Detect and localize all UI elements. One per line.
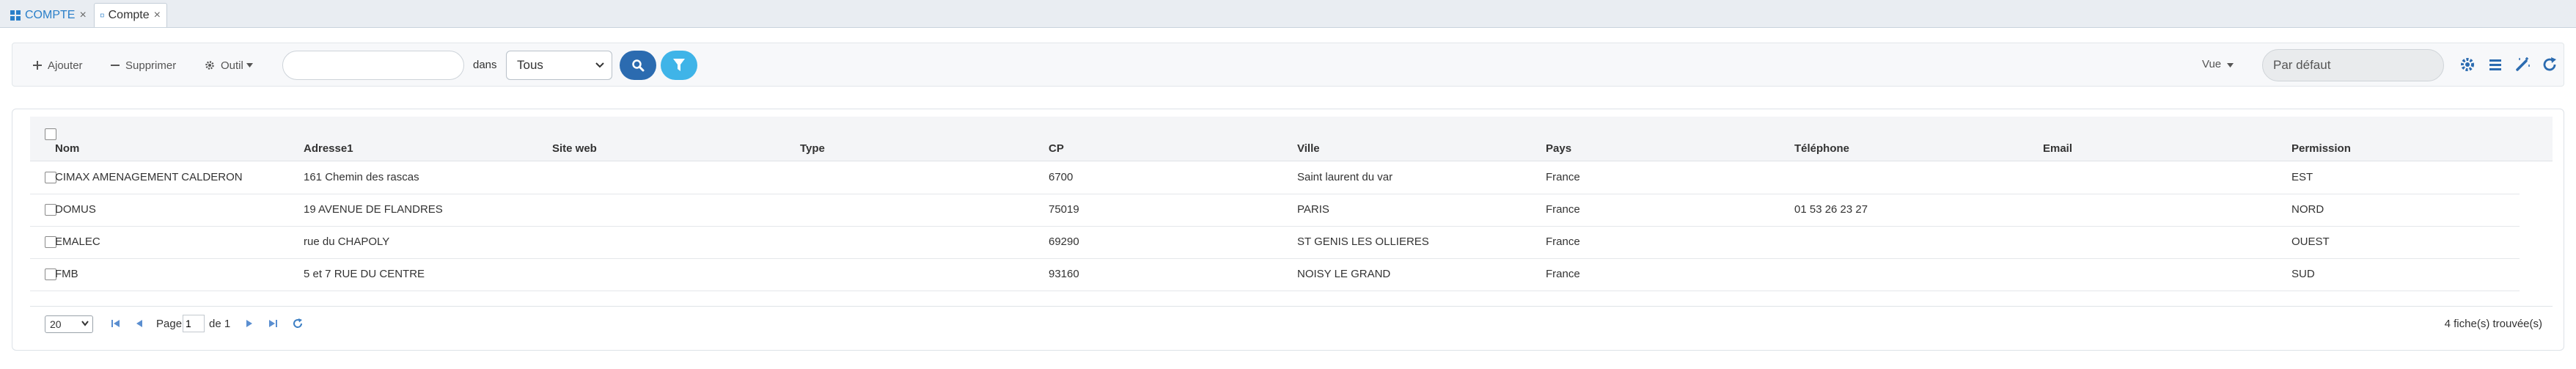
table-row[interactable]: EMALEC rue du CHAPOLY 69290 ST GENIS LES…: [30, 226, 2520, 259]
select-all-checkbox[interactable]: [45, 128, 56, 140]
records-found-count: 4 fiche(s) trouvée(s): [2444, 318, 2542, 330]
search-icon: [632, 59, 645, 72]
caret-down-icon: [2227, 63, 2234, 67]
cell-nom: CIMAX AMENAGEMENT CALDERON: [55, 171, 243, 183]
tab-compte[interactable]: Compte ×: [94, 3, 167, 27]
view-input[interactable]: [2262, 49, 2444, 81]
cell-ville: PARIS: [1297, 203, 1329, 216]
view-dropdown[interactable]: Vue: [2202, 58, 2234, 70]
cell-nom: DOMUS: [55, 203, 96, 216]
toolbar: Ajouter Supprimer Outil dans Tous Vue Pa…: [12, 43, 2564, 87]
delete-label: Supprimer: [125, 59, 177, 72]
pagination-bar: 20 Page de 1 4 fiche(s) trouvée(s): [30, 306, 2553, 339]
filter-button[interactable]: [661, 51, 697, 80]
first-page-icon[interactable]: [111, 319, 121, 328]
window-icon: [100, 13, 104, 18]
close-icon[interactable]: ×: [154, 9, 161, 22]
cell-permission: OUEST: [2291, 235, 2330, 248]
cell-ville: ST GENIS LES OLLIERES: [1297, 235, 1429, 248]
tab-bar: COMPTE × Compte ×: [0, 0, 2576, 28]
page-size-select[interactable]: 20: [45, 315, 93, 333]
cell-pays: France: [1546, 203, 1580, 216]
next-page-icon[interactable]: [244, 319, 254, 328]
gear-icon[interactable]: [2459, 56, 2476, 73]
search-button[interactable]: [620, 51, 656, 80]
cell-nom: EMALEC: [55, 235, 100, 248]
column-header-site-web[interactable]: Site web: [552, 142, 597, 155]
close-icon[interactable]: ×: [79, 9, 86, 22]
cell-telephone: 01 53 26 23 27: [1794, 203, 1868, 216]
cell-ville: NOISY LE GRAND: [1297, 268, 1391, 280]
column-header-pays[interactable]: Pays: [1546, 142, 1571, 155]
cell-permission: EST: [2291, 171, 2313, 183]
cell-cp: 93160: [1049, 268, 1079, 280]
plus-icon: [33, 61, 42, 70]
column-header-nom[interactable]: Nom: [55, 142, 79, 155]
cell-cp: 6700: [1049, 171, 1074, 183]
tools-label: Outil: [221, 59, 243, 72]
tab-compte-module[interactable]: COMPTE ×: [4, 3, 92, 27]
refresh-icon[interactable]: [2542, 56, 2558, 73]
table-row[interactable]: CIMAX AMENAGEMENT CALDERON 161 Chemin de…: [30, 161, 2520, 194]
search-scope-label: dans: [473, 59, 497, 71]
column-header-permission[interactable]: Permission: [2291, 142, 2351, 155]
column-header-email[interactable]: Email: [2043, 142, 2072, 155]
chevron-down-icon: [81, 321, 89, 326]
tab-label: COMPTE: [25, 8, 76, 21]
table-row[interactable]: FMB 5 et 7 RUE DU CENTRE 93160 NOISY LE …: [30, 258, 2520, 291]
search-scope-select[interactable]: Tous: [506, 51, 612, 80]
column-header-cp[interactable]: CP: [1049, 142, 1064, 155]
column-header-telephone[interactable]: Téléphone: [1794, 142, 1849, 155]
column-header-type[interactable]: Type: [800, 142, 825, 155]
cell-adresse1: 19 AVENUE DE FLANDRES: [304, 203, 443, 216]
cell-pays: France: [1546, 171, 1580, 183]
cell-ville: Saint laurent du var: [1297, 171, 1393, 183]
cell-adresse1: rue du CHAPOLY: [304, 235, 390, 248]
page-count-label: de 1: [209, 318, 231, 330]
search-input[interactable]: [282, 51, 464, 80]
column-header-ville[interactable]: Ville: [1297, 142, 1320, 155]
cell-adresse1: 161 Chemin des rascas: [304, 171, 419, 183]
chevron-down-icon: [595, 62, 604, 68]
search-scope-value: Tous: [517, 58, 543, 72]
view-label: Vue: [2202, 58, 2222, 70]
previous-page-icon[interactable]: [134, 319, 144, 328]
add-button[interactable]: Ajouter: [33, 55, 83, 76]
filter-icon: [673, 59, 685, 71]
cell-adresse1: 5 et 7 RUE DU CENTRE: [304, 268, 425, 280]
cell-nom: FMB: [55, 268, 78, 280]
tab-label: Compte: [108, 9, 150, 21]
magic-wand-icon[interactable]: [2514, 56, 2531, 73]
add-label: Ajouter: [48, 59, 83, 72]
cell-pays: France: [1546, 235, 1580, 248]
cell-cp: 69290: [1049, 235, 1079, 248]
delete-button[interactable]: Supprimer: [111, 55, 176, 76]
tools-dropdown[interactable]: Outil: [205, 55, 253, 76]
last-page-icon[interactable]: [268, 319, 278, 328]
records-grid: Nom Adresse1 Site web Type CP Ville Pays…: [12, 109, 2564, 351]
list-icon[interactable]: [2487, 56, 2503, 73]
grid-icon: [10, 10, 21, 21]
cell-cp: 75019: [1049, 203, 1079, 216]
page-number-input[interactable]: [183, 315, 205, 332]
cell-permission: NORD: [2291, 203, 2324, 216]
page-size-value: 20: [50, 318, 62, 330]
cell-pays: France: [1546, 268, 1580, 280]
caret-down-icon: [246, 63, 253, 67]
gear-icon: [205, 61, 214, 70]
refresh-icon[interactable]: [293, 318, 303, 329]
grid-header: Nom Adresse1 Site web Type CP Ville Pays…: [30, 117, 2553, 161]
column-header-adresse1[interactable]: Adresse1: [304, 142, 353, 155]
page-label: Page: [156, 318, 183, 330]
minus-icon: [111, 65, 120, 66]
table-row[interactable]: DOMUS 19 AVENUE DE FLANDRES 75019 PARIS …: [30, 194, 2520, 227]
cell-permission: SUD: [2291, 268, 2315, 280]
